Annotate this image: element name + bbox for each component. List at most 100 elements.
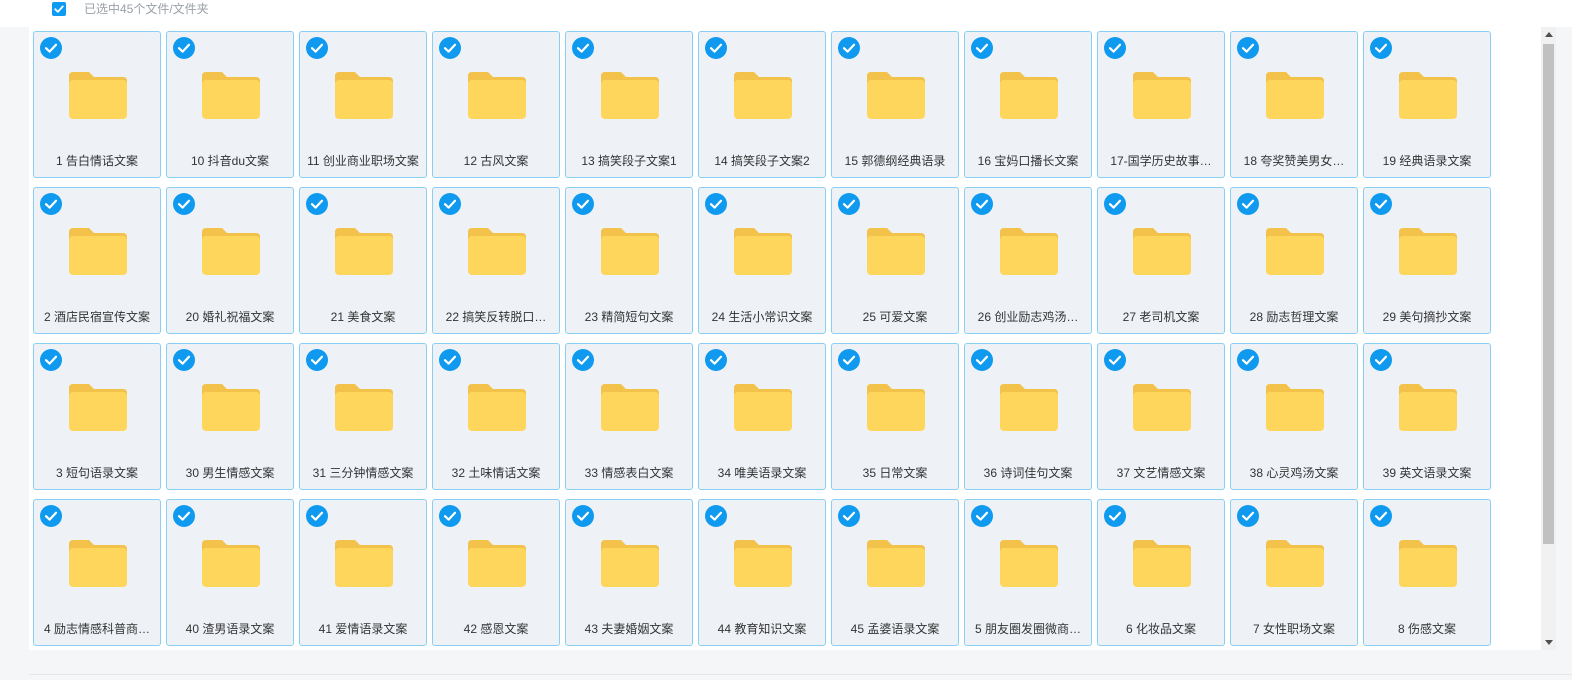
check-circle-icon[interactable] xyxy=(971,349,993,371)
folder-tile[interactable]: 24 生活小常识文案 xyxy=(698,187,826,334)
check-circle-icon[interactable] xyxy=(439,349,461,371)
folder-tile[interactable]: 10 抖音du文案 xyxy=(166,31,294,178)
check-circle-icon[interactable] xyxy=(306,37,328,59)
scrollbar-thumb[interactable] xyxy=(1543,44,1554,544)
check-circle-icon[interactable] xyxy=(306,349,328,371)
folder-tile[interactable]: 37 文艺情感文案 xyxy=(1097,343,1225,490)
check-circle-icon[interactable] xyxy=(971,193,993,215)
check-circle-icon[interactable] xyxy=(439,505,461,527)
check-circle-icon[interactable] xyxy=(1237,193,1259,215)
folder-tile[interactable]: 27 老司机文案 xyxy=(1097,187,1225,334)
folder-tile[interactable]: 21 美食文案 xyxy=(299,187,427,334)
folder-icon xyxy=(1132,226,1192,281)
check-circle-icon[interactable] xyxy=(971,505,993,527)
folder-tile[interactable]: 7 女性职场文案 xyxy=(1230,499,1358,646)
check-circle-icon[interactable] xyxy=(971,37,993,59)
select-all-checkbox[interactable] xyxy=(52,2,66,16)
check-circle-icon[interactable] xyxy=(1370,349,1392,371)
folder-tile[interactable]: 29 美句摘抄文案 xyxy=(1363,187,1491,334)
folder-tile[interactable]: 31 三分钟情感文案 xyxy=(299,343,427,490)
folder-tile[interactable]: 33 情感表白文案 xyxy=(565,343,693,490)
folder-tile[interactable]: 32 土味情话文案 xyxy=(432,343,560,490)
folder-tile[interactable]: 14 搞笑段子文案2 xyxy=(698,31,826,178)
folder-tile[interactable]: 41 爱情语录文案 xyxy=(299,499,427,646)
folder-tile[interactable]: 25 可爱文案 xyxy=(831,187,959,334)
folder-tile[interactable]: 34 唯美语录文案 xyxy=(698,343,826,490)
folder-tile[interactable]: 30 男生情感文案 xyxy=(166,343,294,490)
folder-tile[interactable]: 13 搞笑段子文案1 xyxy=(565,31,693,178)
folder-tile[interactable]: 39 英文语录文案 xyxy=(1363,343,1491,490)
folder-tile[interactable]: 36 诗词佳句文案 xyxy=(964,343,1092,490)
check-circle-icon[interactable] xyxy=(1370,505,1392,527)
check-circle-icon[interactable] xyxy=(1104,505,1126,527)
folder-tile[interactable]: 26 创业励志鸡汤… xyxy=(964,187,1092,334)
folder-tile[interactable]: 44 教育知识文案 xyxy=(698,499,826,646)
folder-icon xyxy=(866,70,926,125)
folder-tile[interactable]: 35 日常文案 xyxy=(831,343,959,490)
check-circle-icon[interactable] xyxy=(838,349,860,371)
folder-tile[interactable]: 18 夸奖赞美男女… xyxy=(1230,31,1358,178)
folder-tile[interactable]: 28 励志哲理文案 xyxy=(1230,187,1358,334)
folder-tile[interactable]: 40 渣男语录文案 xyxy=(166,499,294,646)
folder-icon xyxy=(1265,382,1325,437)
folder-tile[interactable]: 19 经典语录文案 xyxy=(1363,31,1491,178)
check-circle-icon[interactable] xyxy=(173,193,195,215)
check-circle-icon[interactable] xyxy=(838,505,860,527)
folder-icon xyxy=(999,70,1059,125)
folder-tile[interactable]: 38 心灵鸡汤文案 xyxy=(1230,343,1358,490)
folder-tile[interactable]: 1 告白情话文案 xyxy=(33,31,161,178)
folder-tile[interactable]: 12 古风文案 xyxy=(432,31,560,178)
check-circle-icon[interactable] xyxy=(838,193,860,215)
check-circle-icon[interactable] xyxy=(705,505,727,527)
check-circle-icon[interactable] xyxy=(173,37,195,59)
check-circle-icon[interactable] xyxy=(1237,37,1259,59)
folder-tile[interactable]: 43 夫妻婚姻文案 xyxy=(565,499,693,646)
scroll-down-arrow-icon[interactable] xyxy=(1545,640,1553,645)
folder-tile[interactable]: 4 励志情感科普商… xyxy=(33,499,161,646)
folder-tile[interactable]: 5 朋友圈发圈微商… xyxy=(964,499,1092,646)
check-circle-icon[interactable] xyxy=(1370,37,1392,59)
folder-tile[interactable]: 45 孟婆语录文案 xyxy=(831,499,959,646)
check-circle-icon[interactable] xyxy=(439,193,461,215)
folder-tile[interactable]: 11 创业商业职场文案 xyxy=(299,31,427,178)
check-circle-icon[interactable] xyxy=(1104,349,1126,371)
folder-tile[interactable]: 6 化妆品文案 xyxy=(1097,499,1225,646)
check-circle-icon[interactable] xyxy=(572,37,594,59)
check-circle-icon[interactable] xyxy=(1104,193,1126,215)
folder-tile[interactable]: 15 郭德纲经典语录 xyxy=(831,31,959,178)
folder-tile[interactable]: 23 精简短句文案 xyxy=(565,187,693,334)
check-circle-icon[interactable] xyxy=(705,193,727,215)
folder-tile[interactable]: 16 宝妈口播长文案 xyxy=(964,31,1092,178)
check-circle-icon[interactable] xyxy=(439,37,461,59)
check-circle-icon[interactable] xyxy=(705,37,727,59)
check-circle-icon[interactable] xyxy=(572,349,594,371)
check-circle-icon[interactable] xyxy=(572,505,594,527)
folder-tile[interactable]: 20 婚礼祝福文案 xyxy=(166,187,294,334)
check-circle-icon[interactable] xyxy=(173,349,195,371)
scroll-up-arrow-icon[interactable] xyxy=(1545,32,1553,37)
check-circle-icon[interactable] xyxy=(1104,37,1126,59)
check-circle-icon[interactable] xyxy=(1237,505,1259,527)
folder-tile[interactable]: 42 感恩文案 xyxy=(432,499,560,646)
vertical-scrollbar[interactable] xyxy=(1541,27,1556,650)
folder-tile[interactable]: 2 酒店民宿宣传文案 xyxy=(33,187,161,334)
check-circle-icon[interactable] xyxy=(306,505,328,527)
check-circle-icon[interactable] xyxy=(40,37,62,59)
folder-name: 2 酒店民宿宣传文案 xyxy=(43,310,150,324)
folder-tile[interactable]: 3 短句语录文案 xyxy=(33,343,161,490)
check-circle-icon[interactable] xyxy=(1370,193,1392,215)
check-circle-icon[interactable] xyxy=(306,193,328,215)
check-circle-icon[interactable] xyxy=(1237,349,1259,371)
check-circle-icon[interactable] xyxy=(40,349,62,371)
check-circle-icon[interactable] xyxy=(40,505,62,527)
folder-tile[interactable]: 8 伤感文案 xyxy=(1363,499,1491,646)
folder-icon xyxy=(201,226,261,281)
check-circle-icon[interactable] xyxy=(838,37,860,59)
folder-tile[interactable]: 22 搞笑反转脱口… xyxy=(432,187,560,334)
check-circle-icon[interactable] xyxy=(705,349,727,371)
folder-icon xyxy=(68,382,128,437)
folder-tile[interactable]: 17-国学历史故事… xyxy=(1097,31,1225,178)
check-circle-icon[interactable] xyxy=(40,193,62,215)
check-circle-icon[interactable] xyxy=(173,505,195,527)
check-circle-icon[interactable] xyxy=(572,193,594,215)
